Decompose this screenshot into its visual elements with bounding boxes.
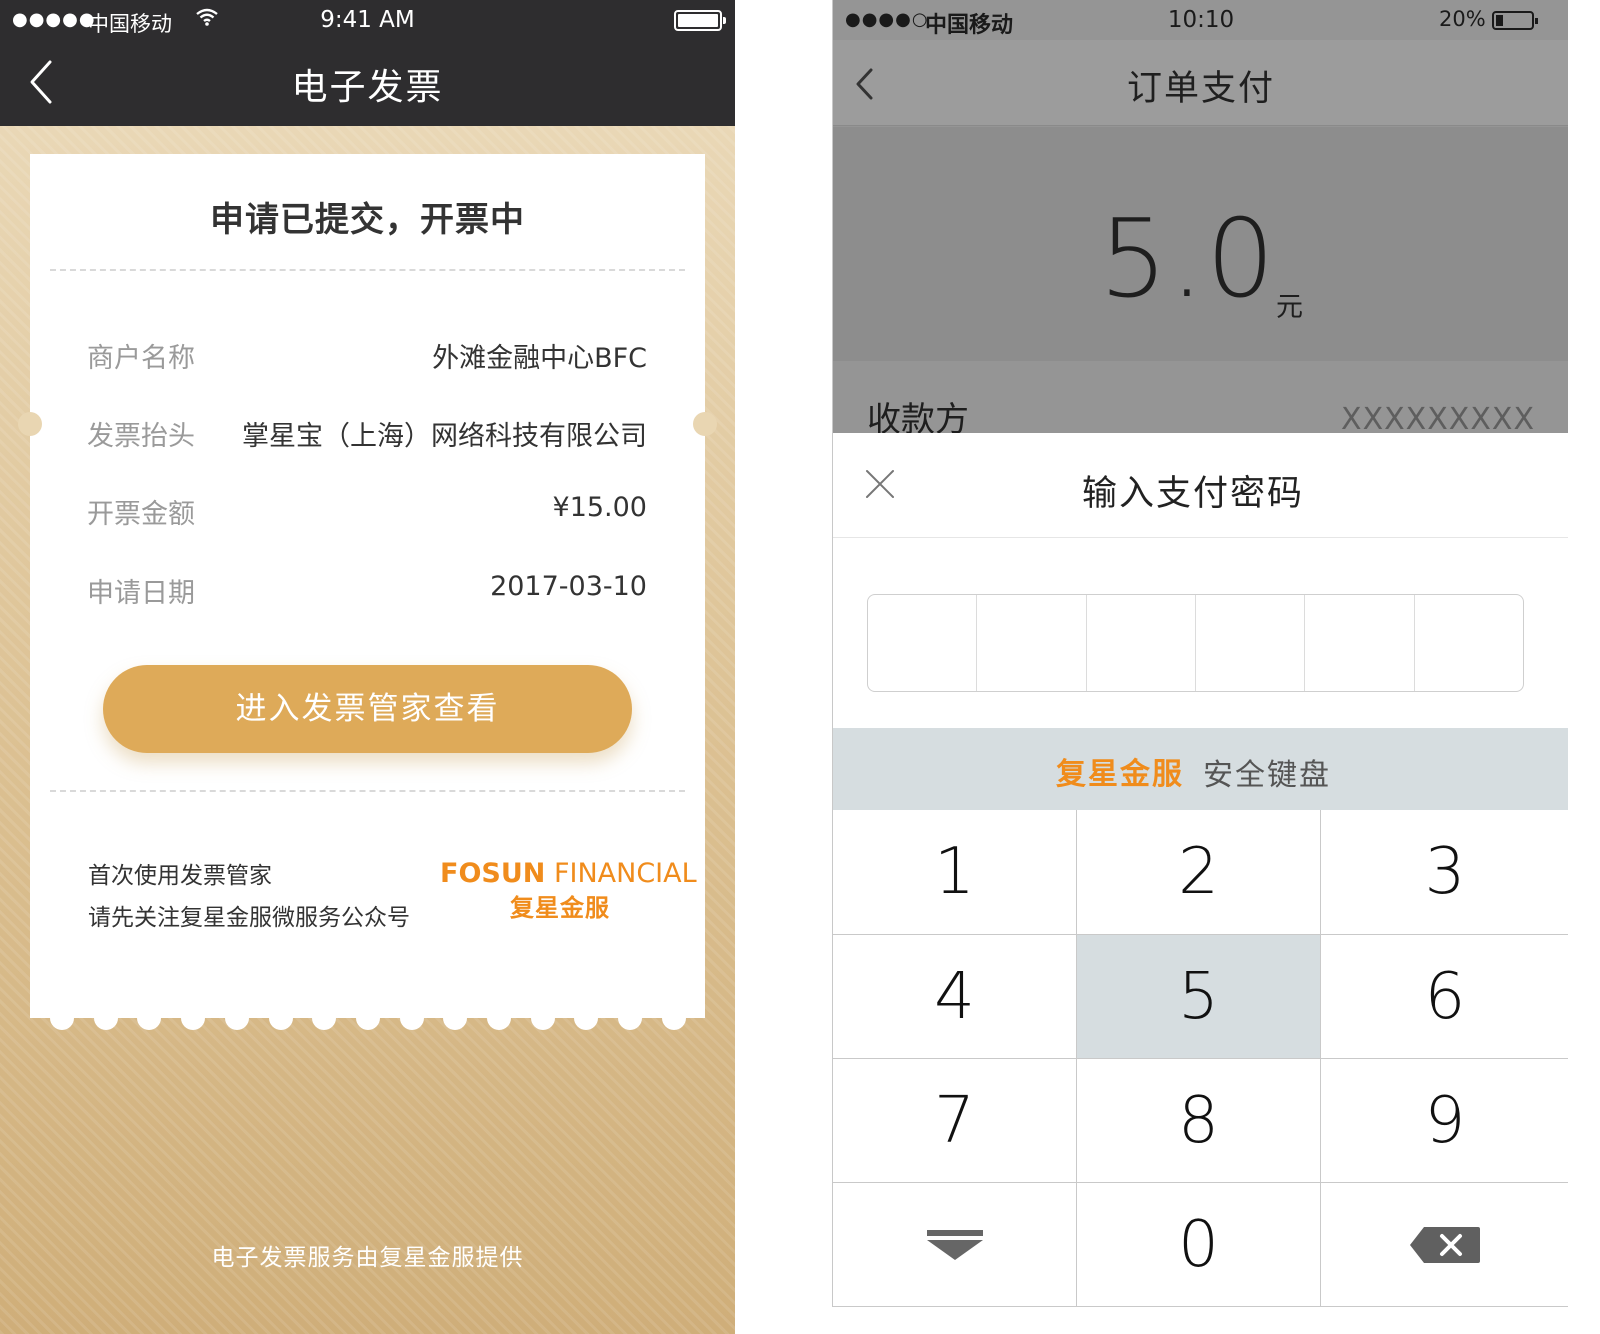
- scallop-dot: [268, 1006, 293, 1030]
- invoice-title-row: 发票抬头 掌星宝（上海）网络科技有限公司: [87, 414, 647, 454]
- status-heading: 申请已提交，开票中: [210, 200, 525, 240]
- divider: [833, 537, 1568, 538]
- key-8[interactable]: 8: [1077, 1059, 1321, 1183]
- password-digit-cell[interactable]: [1305, 595, 1415, 691]
- dashed-divider: [50, 790, 685, 792]
- key-6[interactable]: 6: [1321, 935, 1568, 1059]
- logo-rest-word: FINANCIAL: [553, 858, 697, 889]
- invoice-screen: ●●●●● 中国移动 9:41 AM 电子发票 申请已提交，开票中 商户名称 外…: [0, 0, 735, 1334]
- battery-percent: 20%: [1439, 7, 1486, 31]
- battery-icon: [1492, 11, 1538, 30]
- keyboard-label: 安全键盘: [1203, 758, 1331, 793]
- scallop-dot: [181, 1006, 206, 1030]
- key-1[interactable]: 1: [833, 810, 1077, 935]
- scallop-dot: [487, 1006, 511, 1030]
- logo-bold-word: FOSUN: [440, 858, 546, 889]
- password-digit-cell[interactable]: [868, 595, 978, 691]
- numeric-keypad: 1 2 3 4 5 6 7 8 9 0: [833, 810, 1568, 1307]
- payment-screen: ●●●●○ 中国移动 10:10 20% 订单支付 5.0 元 收款方 XXXX…: [832, 0, 1568, 1307]
- password-input[interactable]: [867, 594, 1524, 692]
- row-label: 商户名称: [87, 343, 195, 374]
- key-7[interactable]: 7: [833, 1059, 1077, 1183]
- backspace-icon[interactable]: [1321, 1183, 1568, 1307]
- ticket-notch-right: [693, 412, 717, 436]
- row-value: ¥15.00: [552, 492, 647, 523]
- nav-bar: 订单支付: [833, 40, 1568, 126]
- row-value: 外滩金融中心BFC: [432, 343, 647, 374]
- secure-keyboard-header: 复星金服 安全键盘: [833, 728, 1568, 810]
- payment-amount: 5.0: [1099, 197, 1277, 322]
- date-row: 申请日期 2017-03-10: [87, 571, 647, 611]
- page-title: 电子发票: [291, 67, 444, 108]
- ticket-notch-left: [18, 412, 42, 436]
- nav-bar: 电子发票: [0, 40, 735, 126]
- key-4[interactable]: 4: [833, 935, 1077, 1059]
- keyboard-brand: 复星金服: [1056, 757, 1184, 792]
- fosun-logo-chinese: 复星金服: [510, 894, 610, 922]
- first-use-hint: 首次使用发票管家: [88, 863, 272, 889]
- scallop-dot: [137, 1006, 162, 1030]
- amount-panel: 5.0 元: [833, 127, 1568, 361]
- merchant-row: 商户名称 外滩金融中心BFC: [87, 336, 647, 376]
- ticket-scalloped-edge: [30, 1006, 705, 1030]
- scallop-dot: [355, 1006, 380, 1030]
- key-9[interactable]: 9: [1321, 1059, 1568, 1183]
- scallop-dot: [50, 1006, 74, 1030]
- status-bar: ●●●●○ 中国移动 10:10 20%: [833, 0, 1568, 40]
- key-5[interactable]: 5: [1077, 935, 1321, 1059]
- row-label: 发票抬头: [87, 421, 195, 452]
- password-digit-cell[interactable]: [1087, 595, 1196, 691]
- password-sheet: 输入支付密码 复星金服 安全键盘 1 2 3 4 5 6 7 8 9 0: [833, 433, 1568, 1307]
- scallop-dot: [93, 1006, 118, 1030]
- scallop-dot: [618, 1006, 643, 1030]
- keyboard-dismiss-icon[interactable]: [833, 1183, 1077, 1307]
- password-digit-cell[interactable]: [977, 595, 1087, 691]
- password-digit-cell[interactable]: [1415, 595, 1523, 691]
- scallop-dot: [530, 1006, 555, 1030]
- page-title: 订单支付: [1126, 69, 1275, 109]
- open-invoice-manager-button[interactable]: 进入发票管家查看: [103, 665, 632, 753]
- scallop-dot: [443, 1006, 468, 1030]
- key-3[interactable]: 3: [1321, 810, 1568, 935]
- status-bar: ●●●●● 中国移动 9:41 AM: [0, 0, 735, 40]
- scallop-dot: [224, 1006, 249, 1030]
- dashed-divider: [50, 269, 685, 271]
- scallop-dot: [399, 1006, 424, 1030]
- status-time: 9:41 AM: [320, 7, 415, 33]
- fosun-logo-text: FOSUN FINANCIAL: [440, 858, 697, 889]
- scallop-dot: [312, 1006, 337, 1030]
- key-2[interactable]: 2: [1077, 810, 1321, 935]
- follow-hint: 请先关注复星金服微服务公众号: [88, 905, 410, 931]
- scallop-dot: [574, 1006, 599, 1030]
- key-0[interactable]: 0: [1077, 1183, 1321, 1307]
- currency-unit: 元: [1276, 292, 1303, 323]
- invoice-ticket-card: 申请已提交，开票中 商户名称 外滩金融中心BFC 发票抬头 掌星宝（上海）网络科…: [18, 154, 717, 1030]
- dimmed-background: ●●●●○ 中国移动 10:10 20% 订单支付 5.0 元 收款方 XXXX…: [833, 0, 1568, 440]
- row-value: 2017-03-10: [490, 571, 647, 602]
- row-label: 开票金额: [87, 499, 195, 530]
- scallop-dot: [661, 1006, 686, 1030]
- sheet-title: 输入支付密码: [1081, 474, 1304, 514]
- payee-value: XXXXXXXXX: [1341, 402, 1535, 437]
- amount-row: 开票金额 ¥15.00: [87, 492, 647, 532]
- password-digit-cell[interactable]: [1196, 595, 1306, 691]
- row-value: 掌星宝（上海）网络科技有限公司: [242, 421, 647, 452]
- service-provider-note: 电子发票服务由复星金服提供: [211, 1245, 524, 1271]
- battery-icon: [674, 10, 726, 31]
- row-label: 申请日期: [87, 578, 195, 609]
